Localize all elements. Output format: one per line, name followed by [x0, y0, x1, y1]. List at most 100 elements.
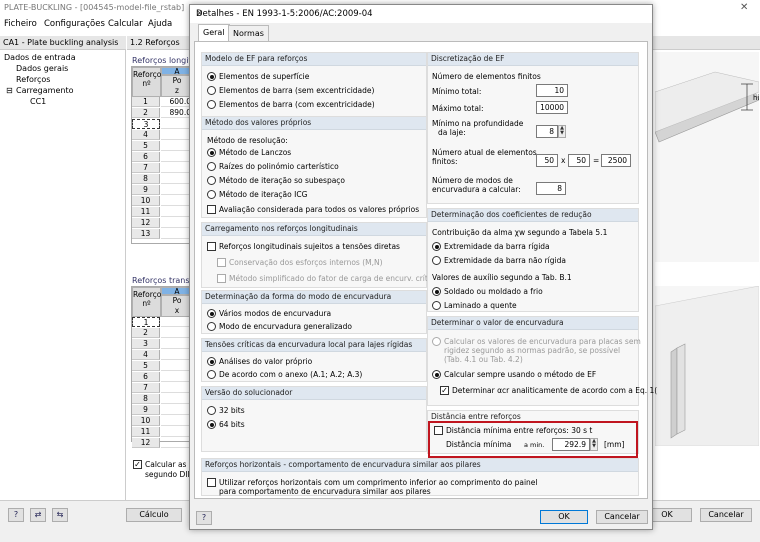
modes-input[interactable]: 8 — [536, 182, 566, 195]
mesh-cur-eq: = — [593, 156, 600, 165]
annex-radio[interactable] — [207, 370, 216, 379]
analytic-label: Determinar αcr analiticamente de acordo … — [452, 386, 658, 395]
long-row-number[interactable]: 13 — [132, 229, 160, 239]
long-row-number[interactable]: 9 — [132, 185, 160, 195]
fe-surface-radio[interactable] — [207, 72, 216, 81]
fe-model-header: Modelo de EF para reforços — [202, 53, 426, 66]
close-window-icon[interactable]: ✕ — [740, 2, 748, 13]
dim-label: hi — [753, 94, 759, 102]
lanczos-label: Método de Lanczos — [219, 148, 292, 157]
long-row-number[interactable]: 5 — [132, 141, 160, 151]
fe-member-ecc-radio[interactable] — [207, 100, 216, 109]
direct-stress-check[interactable] — [207, 242, 216, 251]
trans-row-number[interactable]: 7 — [132, 383, 160, 393]
horizontal-check[interactable] — [207, 478, 216, 487]
subspace-label: Método de iteração so subespaço — [219, 176, 346, 185]
tab-general[interactable]: Geral — [198, 24, 230, 41]
long-group-title: Reforços longitu — [132, 56, 197, 65]
multi-mode-radio[interactable] — [207, 309, 216, 318]
contrib-label: Contribuição da alma χw segundo a Tabela… — [432, 228, 608, 237]
mesh-depth-spinner[interactable]: ▲ ▼ — [558, 125, 566, 138]
col-head-stiffener: Reforço — [133, 70, 162, 79]
reduction-header: Determinação dos coeficientes de redução — [428, 209, 638, 222]
trans-row-number[interactable]: 4 — [132, 350, 160, 360]
main-cancel-button[interactable]: Cancelar — [700, 508, 752, 522]
mesh-max-input[interactable]: 10000 — [536, 101, 568, 114]
dialog-close-icon[interactable]: ✕ — [196, 9, 646, 19]
trans-row-number[interactable]: 10 — [132, 416, 160, 426]
section-title: 1.2 Reforços — [130, 38, 180, 47]
aux-label: Valores de auxílio segundo a Tab. B.1 — [432, 273, 572, 282]
rigid-end-radio[interactable] — [432, 242, 441, 251]
long-row-number[interactable]: 12 — [132, 218, 160, 228]
trans-row-number[interactable]: 6 — [132, 372, 160, 382]
rolled-radio[interactable] — [432, 301, 441, 310]
case-selector[interactable]: CA1 - Plate buckling analysis — [0, 36, 126, 50]
long-row-number[interactable]: 3 — [132, 119, 160, 129]
trans-row-number[interactable]: 2 — [132, 328, 160, 338]
group-eigen: Método dos valores próprios Método de re… — [201, 116, 427, 218]
nonrigid-end-radio[interactable] — [432, 256, 441, 265]
import-icon[interactable]: ⇄ — [30, 508, 46, 522]
menu-file[interactable]: Ficheiro — [4, 19, 37, 29]
long-row-number[interactable]: 11 — [132, 207, 160, 217]
menu-settings[interactable]: Configurações — [44, 19, 105, 29]
trans-group-title: Reforços transv — [132, 276, 195, 285]
trans-row-number[interactable]: 5 — [132, 361, 160, 371]
poly-radio[interactable] — [207, 162, 216, 171]
long-row-number[interactable]: 6 — [132, 152, 160, 162]
icg-radio[interactable] — [207, 190, 216, 199]
help-icon[interactable]: ? — [8, 508, 24, 522]
tree-toggle-icon[interactable]: ⊟ — [6, 86, 13, 95]
generalized-mode-radio[interactable] — [207, 322, 216, 331]
all-eigen-check[interactable] — [207, 205, 216, 214]
lanczos-radio[interactable] — [207, 148, 216, 157]
trans-row-number[interactable]: 1 — [132, 317, 160, 327]
welded-radio[interactable] — [432, 287, 441, 296]
dialog-cancel-button[interactable]: Cancelar — [596, 510, 648, 524]
calc-check-label: Calcular as la — [145, 460, 196, 469]
tree-item-stiffeners[interactable]: Reforços — [16, 75, 50, 84]
modes-label-2: encurvadura a calcular: — [432, 185, 521, 194]
mesh-depth-input[interactable]: 8 — [536, 125, 558, 138]
trans-row-number[interactable]: 3 — [132, 339, 160, 349]
trans-row-number[interactable]: 12 — [132, 438, 160, 448]
long-row-number[interactable]: 8 — [132, 174, 160, 184]
mesh-min-input[interactable]: 10 — [536, 84, 568, 97]
export-icon[interactable]: ⇆ — [52, 508, 68, 522]
standard-radio[interactable] — [432, 337, 441, 346]
tree-root[interactable]: Dados de entrada — [4, 53, 76, 62]
rigid-end-label: Extremidade da barra rígida — [444, 242, 550, 251]
tree-item-general[interactable]: Dados gerais — [16, 64, 68, 73]
long-row-number[interactable]: 10 — [132, 196, 160, 206]
long-row-number[interactable]: 7 — [132, 163, 160, 173]
fe-method-radio[interactable] — [432, 370, 441, 379]
menu-calculate[interactable]: Calcular — [108, 19, 143, 29]
solver-header: Versão do solucionador — [202, 387, 426, 400]
eigen-analysis-radio[interactable] — [207, 357, 216, 366]
calc-check[interactable]: ✓ — [133, 460, 142, 469]
fe-member-noecc-radio[interactable] — [207, 86, 216, 95]
32bit-radio[interactable] — [207, 406, 216, 415]
analytic-check[interactable]: ✓ — [440, 386, 449, 395]
trans-row-number[interactable]: 9 — [132, 405, 160, 415]
group-horizontal: Reforços horizontais - comportamento de … — [201, 458, 639, 496]
internal-forces-check[interactable] — [217, 258, 226, 267]
64bit-radio[interactable] — [207, 420, 216, 429]
fe-method-label: Calcular sempre usando o método de EF — [444, 370, 597, 379]
long-row-number[interactable]: 1 — [132, 97, 160, 107]
calc-button[interactable]: Cálculo — [126, 508, 182, 522]
dialog-ok-button[interactable]: OK — [540, 510, 588, 524]
tree-item-loading[interactable]: Carregamento — [16, 86, 73, 95]
long-row-number[interactable]: 2 — [132, 108, 160, 118]
trans-row-number[interactable]: 8 — [132, 394, 160, 404]
menu-help[interactable]: Ajuda — [148, 19, 172, 29]
trans-row-number[interactable]: 11 — [132, 427, 160, 437]
mesh-cur-a: 50 — [536, 154, 558, 167]
long-row-number[interactable]: 4 — [132, 130, 160, 140]
tree-item-lc1[interactable]: CC1 — [30, 97, 46, 106]
tab-standards[interactable]: Normas usadas — [228, 25, 269, 53]
subspace-radio[interactable] — [207, 176, 216, 185]
simplified-check[interactable] — [217, 274, 226, 283]
dialog-help-icon[interactable]: ? — [196, 511, 212, 525]
